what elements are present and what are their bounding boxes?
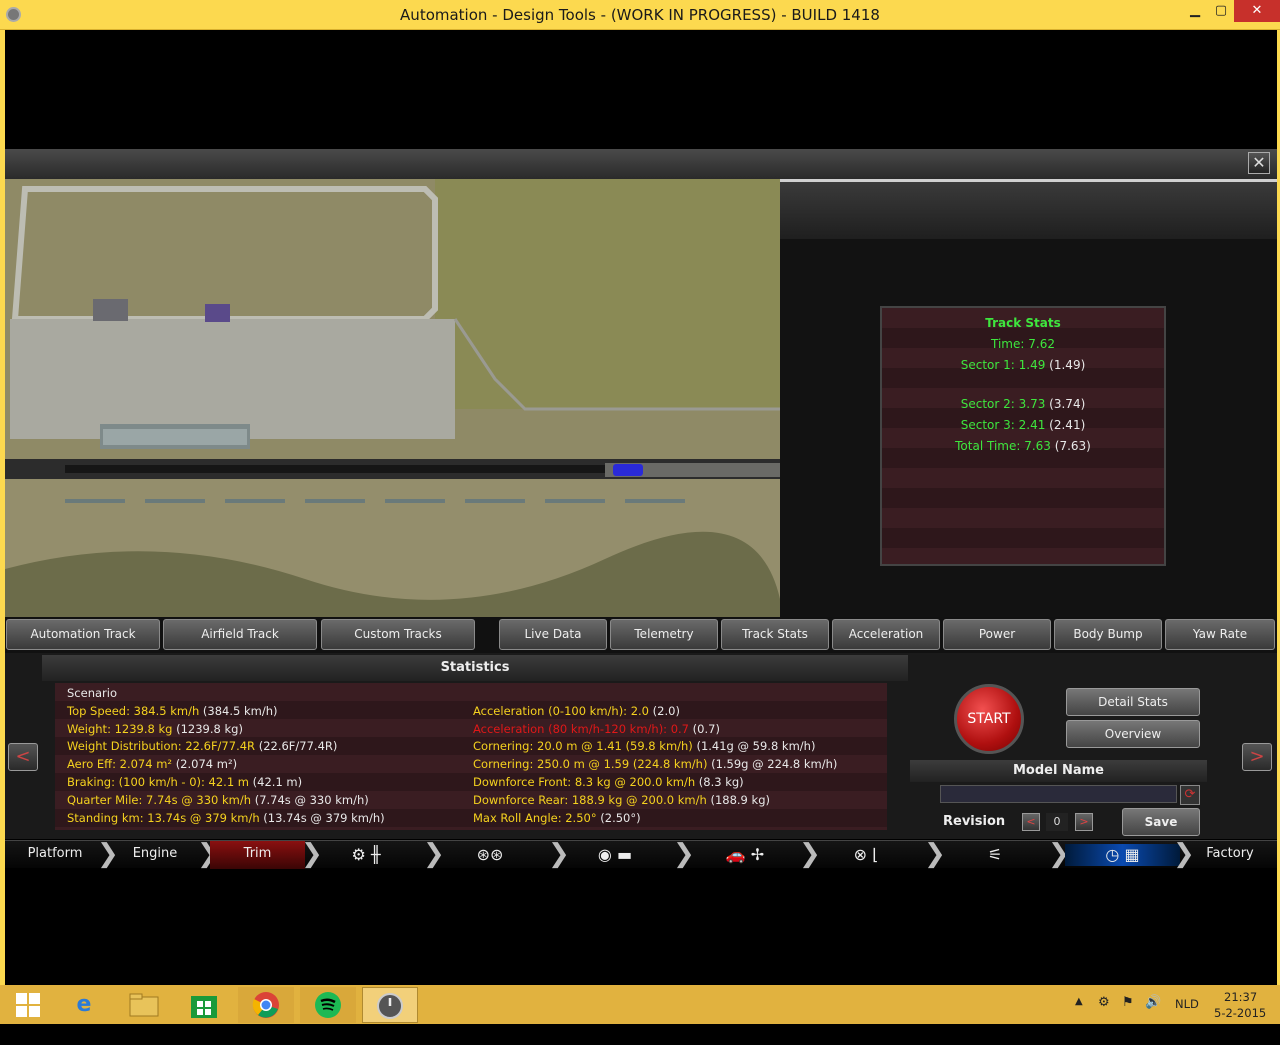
reload-icon[interactable]: ⟳ <box>1180 785 1200 805</box>
start-button[interactable]: START <box>954 684 1024 754</box>
next-arrow-button[interactable]: > <box>1242 743 1272 771</box>
scenario-label: Scenario <box>67 686 117 700</box>
stat-left-1: Weight: 1239.8 kg (1239.8 kg) <box>67 722 243 736</box>
stat-left-3: Aero Eff: 2.074 m² (2.074 m²) <box>67 757 238 771</box>
nav-separator-icon: ❯ <box>423 839 445 869</box>
revision-value: 0 <box>1046 813 1068 831</box>
nav-separator-icon: ❯ <box>548 839 570 869</box>
tab-body-bump[interactable]: Body Bump <box>1054 619 1162 650</box>
stat-left-2: Weight Distribution: 22.6F/77.4R (22.6F/… <box>67 739 338 753</box>
right-panel-header <box>780 179 1277 239</box>
interior-icon[interactable]: ⊗ ⌊ <box>841 844 891 866</box>
stat-right-2: Cornering: 20.0 m @ 1.41 (59.8 km/h) (1.… <box>473 739 816 753</box>
track-stats-box: Track Stats Time: 7.62 Sector 1: 1.49 (1… <box>880 306 1166 566</box>
tab-airfield-track[interactable]: Airfield Track <box>163 619 317 650</box>
track-map-graphic <box>5 179 780 617</box>
store-icon[interactable] <box>176 987 232 1023</box>
stat-left-5: Quarter Mile: 7.74s @ 330 km/h (7.74s @ … <box>67 793 369 807</box>
tuning-icon[interactable]: ⚟ <box>975 844 1015 866</box>
stat-left-6: Standing km: 13.74s @ 379 km/h (13.74s @… <box>67 811 385 825</box>
revision-decrement-button[interactable]: < <box>1022 813 1040 831</box>
close-window-button[interactable]: ✕ <box>1234 0 1280 22</box>
nav-separator-icon: ❯ <box>1048 839 1070 869</box>
tray-language[interactable]: NLD <box>1175 997 1199 1036</box>
nav-separator-icon: ❯ <box>197 839 219 869</box>
nav-separator-icon: ❯ <box>97 839 119 869</box>
stat-left-0: Top Speed: 384.5 km/h (384.5 km/h) <box>67 704 278 718</box>
model-name-label: Model Name <box>910 760 1207 782</box>
tab-telemetry[interactable]: Telemetry <box>610 619 718 650</box>
design-nav-bar: Platform ❯ Engine ❯ Trim ❯ ⚙ ╫ ❯ ⊛⊛ ❯ ◉ … <box>5 839 1277 869</box>
stat-right-4: Downforce Front: 8.3 kg @ 200.0 km/h (8.… <box>473 775 744 789</box>
detail-stats-button[interactable]: Detail Stats <box>1066 688 1200 716</box>
tab-automation-track[interactable]: Automation Track <box>6 619 160 650</box>
model-name-input[interactable] <box>940 785 1177 803</box>
panel-topbar <box>5 149 1277 179</box>
car-marker <box>613 464 643 476</box>
file-explorer-icon[interactable] <box>116 987 172 1023</box>
track-map <box>5 179 780 617</box>
tray-volume-icon[interactable]: 🔊 <box>1145 995 1161 1034</box>
tray-clock-date[interactable]: 5-2-2015 <box>1214 1006 1266 1045</box>
overview-button[interactable]: Overview <box>1066 720 1200 748</box>
track-stats-time: Time: 7.62 <box>991 337 1055 351</box>
tab-bar: Automation Track Airfield Track Custom T… <box>5 617 1277 653</box>
tab-acceleration[interactable]: Acceleration <box>832 619 940 650</box>
revision-label: Revision <box>943 814 1006 829</box>
nav-factory[interactable]: Factory <box>1195 841 1265 869</box>
tab-track-stats[interactable]: Track Stats <box>721 619 829 650</box>
nav-engine[interactable]: Engine <box>115 841 195 869</box>
nav-separator-icon: ❯ <box>924 839 946 869</box>
statistics-title: Statistics <box>42 655 908 681</box>
stat-right-5: Downforce Rear: 188.9 kg @ 200.0 km/h (1… <box>473 793 770 807</box>
nav-separator-icon: ❯ <box>799 839 821 869</box>
tray-flag-icon[interactable]: ⚑ <box>1122 995 1134 1034</box>
tray-expand-icon[interactable]: ▲ <box>1075 996 1083 1035</box>
automation-app-icon[interactable] <box>362 987 418 1023</box>
prev-arrow-button[interactable]: < <box>8 743 38 771</box>
maximize-button[interactable]: ▢ <box>1206 0 1236 22</box>
body-aero-icon[interactable]: 🚗 ✢ <box>695 844 795 866</box>
stat-right-1: Acceleration (80 km/h-120 km/h): 0.7 (0.… <box>473 722 720 736</box>
stat-right-0: Acceleration (0-100 km/h): 2.0 (2.0) <box>473 704 680 718</box>
track-stats-sector2: Sector 2: 3.73 (3.74) <box>960 397 1086 411</box>
nav-trim[interactable]: Trim <box>210 841 305 869</box>
stat-right-6: Max Roll Angle: 2.50° (2.50°) <box>473 811 641 825</box>
track-stats-total: Total Time: 7.63 (7.63) <box>955 439 1091 453</box>
tab-power[interactable]: Power <box>943 619 1051 650</box>
window-titlebar: Automation - Design Tools - (WORK IN PRO… <box>0 0 1280 30</box>
wheels-icon[interactable]: ⊛⊛ <box>465 844 515 866</box>
close-panel-button[interactable]: ✕ <box>1248 152 1270 174</box>
stat-right-3: Cornering: 250.0 m @ 1.59 (224.8 km/h) (… <box>473 757 838 771</box>
revision-increment-button[interactable]: > <box>1075 813 1093 831</box>
gearbox-icon[interactable]: ⚙ ╫ <box>341 844 391 866</box>
tray-network-icon[interactable]: ⚙ <box>1098 995 1110 1034</box>
statistics-area: Scenario Top Speed: 384.5 km/h (384.5 km… <box>55 683 887 830</box>
internet-explorer-icon[interactable]: e <box>56 987 112 1023</box>
nav-separator-icon: ❯ <box>1173 839 1195 869</box>
nav-separator-icon: ❯ <box>301 839 323 869</box>
track-stats-sector3: Sector 3: 2.41 (2.41) <box>960 418 1086 432</box>
chrome-icon[interactable] <box>238 987 294 1023</box>
windows-start-icon[interactable] <box>0 987 56 1023</box>
tab-live-data[interactable]: Live Data <box>499 619 607 650</box>
nav-separator-icon: ❯ <box>673 839 695 869</box>
windows-taskbar: e ▲ ⚙ ⚑ 🔊 NLD 21:37 5-2-2015 <box>0 985 1280 1024</box>
tab-custom-tracks[interactable]: Custom Tracks <box>321 619 475 650</box>
suspension-icon[interactable]: ◉ ▬ <box>585 844 645 866</box>
stat-left-4: Braking: (100 km/h - 0): 42.1 m (42.1 m) <box>67 775 303 789</box>
track-stats-sector1: Sector 1: 1.49 (1.49) <box>960 358 1086 372</box>
nav-platform[interactable]: Platform <box>15 841 95 869</box>
tab-yaw-rate[interactable]: Yaw Rate <box>1165 619 1275 650</box>
spotify-icon[interactable] <box>300 987 356 1023</box>
testing-icon[interactable]: ◷ ▦ <box>1065 844 1180 866</box>
track-stats-title: Track Stats <box>985 316 1061 330</box>
save-button[interactable]: Save <box>1122 808 1200 836</box>
window-title: Automation - Design Tools - (WORK IN PRO… <box>400 6 880 24</box>
